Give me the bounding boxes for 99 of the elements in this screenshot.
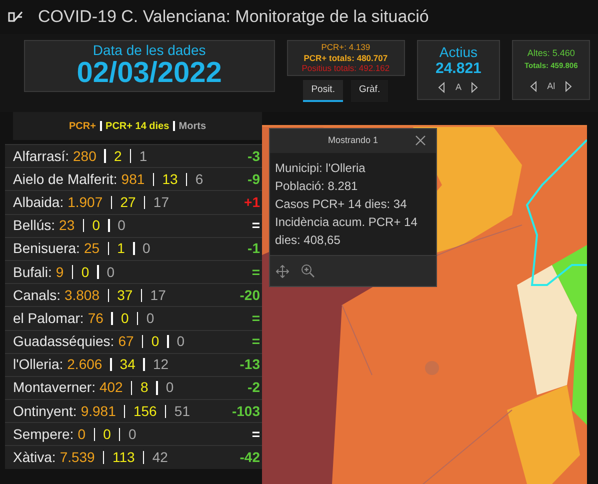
deaths-count: 0	[176, 332, 185, 352]
municipality-name: Sempere:	[13, 424, 74, 444]
pcr-count: 1.907	[68, 192, 103, 212]
move-icon[interactable]	[276, 264, 289, 278]
stat-line: Positius totals: 492.162	[302, 63, 390, 74]
pcr-count: 3.808	[64, 286, 100, 305]
change-value: -9	[248, 170, 260, 189]
close-icon[interactable]	[415, 135, 426, 146]
deaths-count: 0	[166, 378, 174, 398]
pcr14-count: 0	[81, 262, 90, 282]
municipality-name: Albaida:	[13, 192, 64, 212]
legend-item: Morts	[178, 120, 206, 134]
municipality-name: Aielo de Malferit:	[13, 170, 118, 189]
change-value: -103	[232, 402, 260, 421]
active-label: Actius	[439, 45, 478, 61]
change-value: -2	[248, 378, 260, 398]
municipality-name: Bufali:	[13, 262, 52, 282]
pager-label: A	[455, 81, 462, 94]
popup-line: Incidència acum. PCR+ 14 dies: 408,65	[275, 214, 418, 249]
pcr14-count: 0	[151, 332, 160, 352]
deaths-count: 42	[152, 448, 168, 468]
popup-line: Població: 8.281	[275, 178, 359, 195]
pcr14-count: 13	[162, 170, 178, 189]
zoom-in-icon[interactable]	[301, 264, 315, 278]
deaths-count: 0	[142, 239, 150, 258]
municipality-name: Ontinyent:	[13, 402, 77, 421]
pcr14-count: 2	[114, 146, 122, 166]
deaths-count: 1	[139, 146, 148, 166]
change-value: =	[252, 332, 260, 352]
municipality-name: l'Olleria:	[13, 355, 64, 374]
deaths-count: 0	[106, 262, 114, 282]
next-icon[interactable]	[471, 82, 478, 94]
popup-title: Mostrando 1	[328, 134, 378, 148]
deaths-count: 17	[150, 286, 166, 305]
municipality-name: Bellús:	[13, 216, 56, 236]
deaths-count: 0	[118, 216, 126, 236]
pcr14-count: 0	[92, 216, 100, 236]
previous-icon[interactable]	[530, 80, 538, 92]
pcr-count: 7.539	[60, 448, 95, 468]
municipality-name: el Palomar:	[13, 308, 84, 328]
change-value: -3	[248, 146, 260, 166]
municipality-name: Guadasséquies:	[13, 332, 114, 352]
deaths-count: 6	[195, 170, 204, 189]
pcr-count: 9.981	[80, 402, 116, 421]
pcr14-count: 34	[120, 355, 136, 374]
window-title: COVID-19 C. Valenciana: Monitoratge de la situació	[38, 6, 429, 28]
stat-line: Altes: 5.460	[527, 46, 575, 60]
pcr-count: 402	[99, 378, 123, 398]
tab[interactable]: Gràf.	[350, 80, 388, 102]
tab[interactable]: Posit.	[303, 80, 343, 102]
pcr14-count: 156	[133, 402, 157, 421]
pcr14-count: 27	[120, 192, 136, 212]
popup-line: Casos PCR+ 14 dies: 34	[275, 196, 408, 213]
pcr-count: 280	[73, 146, 96, 166]
pcr14-count: 0	[103, 424, 111, 444]
deaths-count: 51	[174, 402, 190, 421]
change-value: -1	[248, 239, 260, 258]
deaths-count: 17	[153, 192, 169, 212]
change-value: =	[252, 308, 260, 328]
change-value: =	[252, 216, 260, 236]
legend-item: PCR+ 14 dies	[106, 120, 170, 134]
change-value: =	[252, 424, 260, 444]
stat-line: PCR+ totals: 480.707	[304, 52, 388, 64]
pcr-count: 2.606	[67, 355, 102, 374]
stat-line: PCR+: 4.139	[321, 42, 370, 53]
pcr14-count: 0	[120, 308, 129, 328]
pcr14-count: 8	[140, 378, 148, 398]
pcr-count: 23	[59, 216, 75, 236]
municipality-name: Montaverner:	[13, 378, 96, 398]
pcr-count: 25	[84, 239, 100, 258]
municipality-name: Alfarrasí:	[13, 146, 70, 166]
active-value: 24.821	[436, 60, 482, 78]
pcr14-count: 113	[112, 448, 135, 468]
deaths-count: 0	[128, 424, 136, 444]
pager-label: Al	[547, 80, 556, 93]
popup-line: Municipi: l'Olleria	[275, 160, 366, 177]
app-icon	[8, 11, 24, 23]
pcr14-count: 37	[117, 286, 133, 305]
pcr-count: 76	[88, 308, 104, 328]
change-value: -42	[240, 448, 260, 468]
deaths-count: 0	[146, 308, 154, 328]
municipality-name: Benisuera:	[13, 239, 80, 258]
pcr-count: 67	[118, 332, 134, 352]
pcr14-count: 1	[117, 239, 125, 258]
date-value: 02/03/2022	[76, 58, 222, 89]
change-value: -20	[240, 286, 260, 305]
date-label: Data de les dades	[92, 43, 206, 58]
legend-item: PCR+	[68, 120, 96, 134]
pcr-count: 981	[121, 170, 145, 189]
deaths-count: 12	[152, 355, 169, 374]
municipality-name: Xàtiva:	[13, 448, 56, 468]
pcr-count: 9	[56, 262, 64, 282]
pcr-count: 0	[78, 424, 86, 444]
next-icon[interactable]	[565, 80, 572, 92]
change-value: =	[252, 262, 260, 282]
change-value: -13	[240, 355, 260, 374]
previous-icon[interactable]	[438, 82, 446, 94]
change-value: +1	[244, 192, 260, 212]
municipality-name: Canals:	[13, 286, 60, 305]
